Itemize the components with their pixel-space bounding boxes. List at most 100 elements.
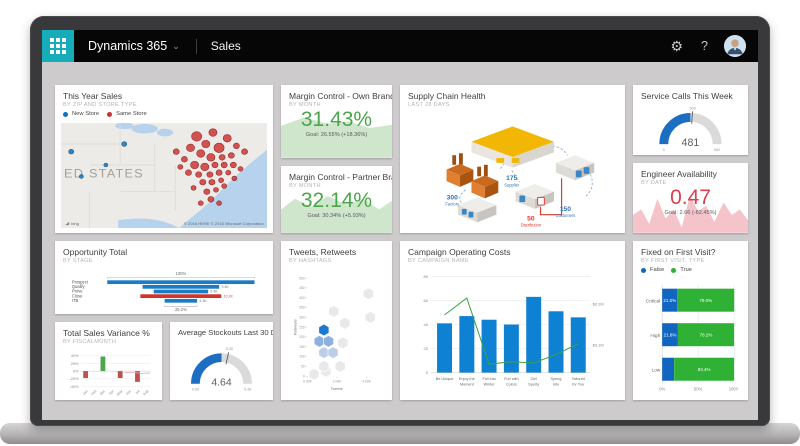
map-svg: ED STATES bing © 2016 HERE © 2016 Micros…	[61, 123, 267, 228]
svg-text:500: 500	[690, 106, 696, 110]
tile-this-year-sales[interactable]: This Year Sales BY ZIP AND STORE TYPE Ne…	[55, 85, 273, 233]
svg-text:78.2%: 78.2%	[700, 333, 713, 338]
svg-text:Aug: Aug	[142, 389, 149, 396]
help-icon[interactable]: ?	[701, 39, 708, 53]
svg-text:400: 400	[300, 296, 306, 300]
svg-text:Distribution: Distribution	[521, 223, 542, 228]
tile-supply-chain-health[interactable]: Supply Chain Health LAST 28 DAYS	[400, 85, 625, 233]
tile-subtitle: BY ZIP AND STORE TYPE	[63, 102, 265, 108]
svg-text:Mar: Mar	[99, 389, 107, 397]
nav-item-sales[interactable]: Sales	[211, 39, 241, 53]
svg-text:Be Unique: Be Unique	[435, 377, 453, 381]
svg-text:50: 50	[301, 365, 305, 369]
tile-average-stockouts[interactable]: Average Stockouts Last 30 Days 5.30 4.64…	[170, 322, 273, 400]
legend-dot-new-store	[63, 112, 68, 117]
svg-text:Sporty: Sporty	[528, 382, 539, 386]
tweets-hexbin-chart[interactable]: 0 50 100 150 200 250 300 350 400 450 500…	[287, 269, 386, 398]
svg-text:40%: 40%	[71, 354, 79, 358]
map-legend: New Store Same Store	[63, 111, 265, 117]
svg-text:150: 150	[300, 345, 306, 349]
svg-text:2.00K: 2.00K	[333, 380, 343, 384]
svg-text:0.00: 0.00	[192, 388, 199, 392]
screen: Dynamics 365 ⌄ Sales ⚙ ?	[42, 30, 758, 420]
kpi-value: 32.14%	[289, 190, 384, 212]
tile-title: Average Stockouts Last 30 Days	[178, 328, 265, 337]
tile-tweets-retweets[interactable]: Tweets, Retweets BY HASHTAGS 0 50 100 15…	[281, 241, 392, 400]
nav-divider	[196, 39, 197, 54]
svg-text:450: 450	[300, 286, 306, 290]
tile-opportunity-total[interactable]: Opportunity Total BY STAGE 100% Prospect…	[55, 241, 273, 314]
svg-text:Spring: Spring	[550, 377, 561, 381]
svg-text:May: May	[116, 389, 124, 397]
chevron-down-icon[interactable]: ⌄	[172, 41, 180, 52]
legend-label-false: False	[650, 267, 664, 273]
settings-gear-icon[interactable]: ⚙	[670, 38, 683, 55]
svg-text:Jan: Jan	[82, 389, 89, 396]
kpi-goal: Goal: 26.55% (+18.36%)	[289, 132, 384, 138]
stockouts-gauge[interactable]: 5.30 4.64 0.00 9.28	[178, 340, 265, 398]
tile-campaign-costs[interactable]: Campaign Operating Costs BY CAMPAIGN NAM…	[400, 241, 625, 400]
legend-label-true: True	[680, 267, 692, 273]
tile-title: Margin Control - Partner Brands	[289, 172, 384, 182]
svg-text:0.00K: 0.00K	[303, 380, 313, 384]
tile-service-calls[interactable]: Service Calls This Week 500 481 0 962	[633, 85, 748, 155]
tile-title: This Year Sales	[63, 91, 265, 101]
app-name[interactable]: Dynamics 365	[88, 39, 167, 53]
svg-text:Customers: Customers	[556, 213, 576, 218]
tile-title: Campaign Operating Costs	[408, 247, 617, 257]
tile-sales-variance[interactable]: Total Sales Variance % BY FISCALMONTH 40…	[55, 322, 162, 400]
tile-margin-partner-brands[interactable]: Margin Control - Partner Brands BY MONTH…	[281, 166, 392, 233]
svg-text:-20%: -20%	[69, 377, 79, 381]
kpi-goal: Goal: 30.34% (+5.93%)	[289, 213, 384, 219]
legend-dot-true	[671, 268, 676, 273]
legend-dot-false	[641, 268, 646, 273]
screenshot-stage: Dynamics 365 ⌄ Sales ⚙ ?	[0, 0, 800, 446]
svg-text:Into: Into	[552, 382, 558, 386]
tile-subtitle: LAST 28 DAYS	[408, 102, 617, 108]
svg-text:Low: Low	[652, 368, 661, 374]
sales-map[interactable]: ED STATES bing © 2016 HERE © 2016 Micros…	[61, 123, 267, 228]
dashboard-canvas: This Year Sales BY ZIP AND STORE TYPE Ne…	[42, 62, 758, 420]
svg-text:10.2K: 10.2K	[224, 294, 234, 298]
distribution-warehouse-icon	[516, 184, 554, 209]
tile-title: Total Sales Variance %	[63, 328, 154, 338]
avatar-person-icon	[724, 35, 746, 57]
tile-fixed-first-visit[interactable]: Fixed on First Visit? BY FIRST VISIT, TY…	[633, 241, 748, 400]
svg-text:-40%: -40%	[69, 385, 79, 389]
tile-title: Opportunity Total	[63, 247, 265, 257]
sales-variance-chart[interactable]: 40% 20% 0% -20% -40%JanFebMarAprMayJunJu…	[61, 350, 156, 398]
fixed-visit-legend: False True	[641, 267, 740, 273]
supply-chain-diagram[interactable]: 175Supplier300Factory150Customers50Distr…	[406, 113, 619, 230]
svg-text:0: 0	[303, 374, 305, 378]
svg-text:80: 80	[423, 274, 428, 279]
svg-text:40: 40	[423, 322, 428, 327]
svg-text:Feb: Feb	[90, 389, 97, 396]
tile-title: Tweets, Retweets	[289, 247, 384, 257]
factory-warehouse-icon	[458, 197, 496, 222]
device-base	[0, 423, 800, 444]
svg-text:Tweets: Tweets	[331, 387, 343, 391]
svg-text:9.28: 9.28	[244, 388, 251, 392]
opportunity-funnel-chart[interactable]: 100% Prospect Qualify 9.4KProve 6.4KClos…	[61, 271, 267, 312]
tile-margin-own-brands[interactable]: Margin Control - Own Brands BY MONTH 31.…	[281, 85, 392, 158]
svg-text:Get: Get	[530, 377, 537, 381]
svg-text:350: 350	[300, 306, 306, 310]
tile-title: Service Calls This Week	[641, 91, 740, 101]
warehouse-main-icon	[472, 126, 554, 167]
app-launcher-button[interactable]	[42, 30, 74, 62]
user-avatar[interactable]	[724, 35, 746, 57]
svg-text:20: 20	[423, 346, 428, 351]
tile-engineer-availability[interactable]: Engineer Availability BY DATE 0.47 Goal:…	[633, 163, 748, 233]
svg-text:Supplier: Supplier	[504, 182, 520, 187]
waffle-icon	[50, 38, 66, 54]
svg-text:High: High	[650, 333, 660, 339]
factory-icons	[447, 153, 499, 198]
fixed-visit-chart[interactable]: 0% 50% 100%Critical 21.0%79.0%High 21.8%…	[639, 281, 742, 398]
svg-text:Moment: Moment	[460, 382, 475, 386]
svg-text:Winter: Winter	[483, 382, 495, 386]
service-calls-gauge[interactable]: 500 481 0 962	[641, 105, 740, 153]
campaign-costs-chart[interactable]: 0 20 40 60 80$0.2M$0.1MBe UniqueEnjoy th…	[406, 271, 619, 398]
svg-text:175: 175	[506, 175, 517, 182]
svg-text:4.00K: 4.00K	[363, 380, 373, 384]
svg-text:25.2%: 25.2%	[175, 307, 187, 312]
